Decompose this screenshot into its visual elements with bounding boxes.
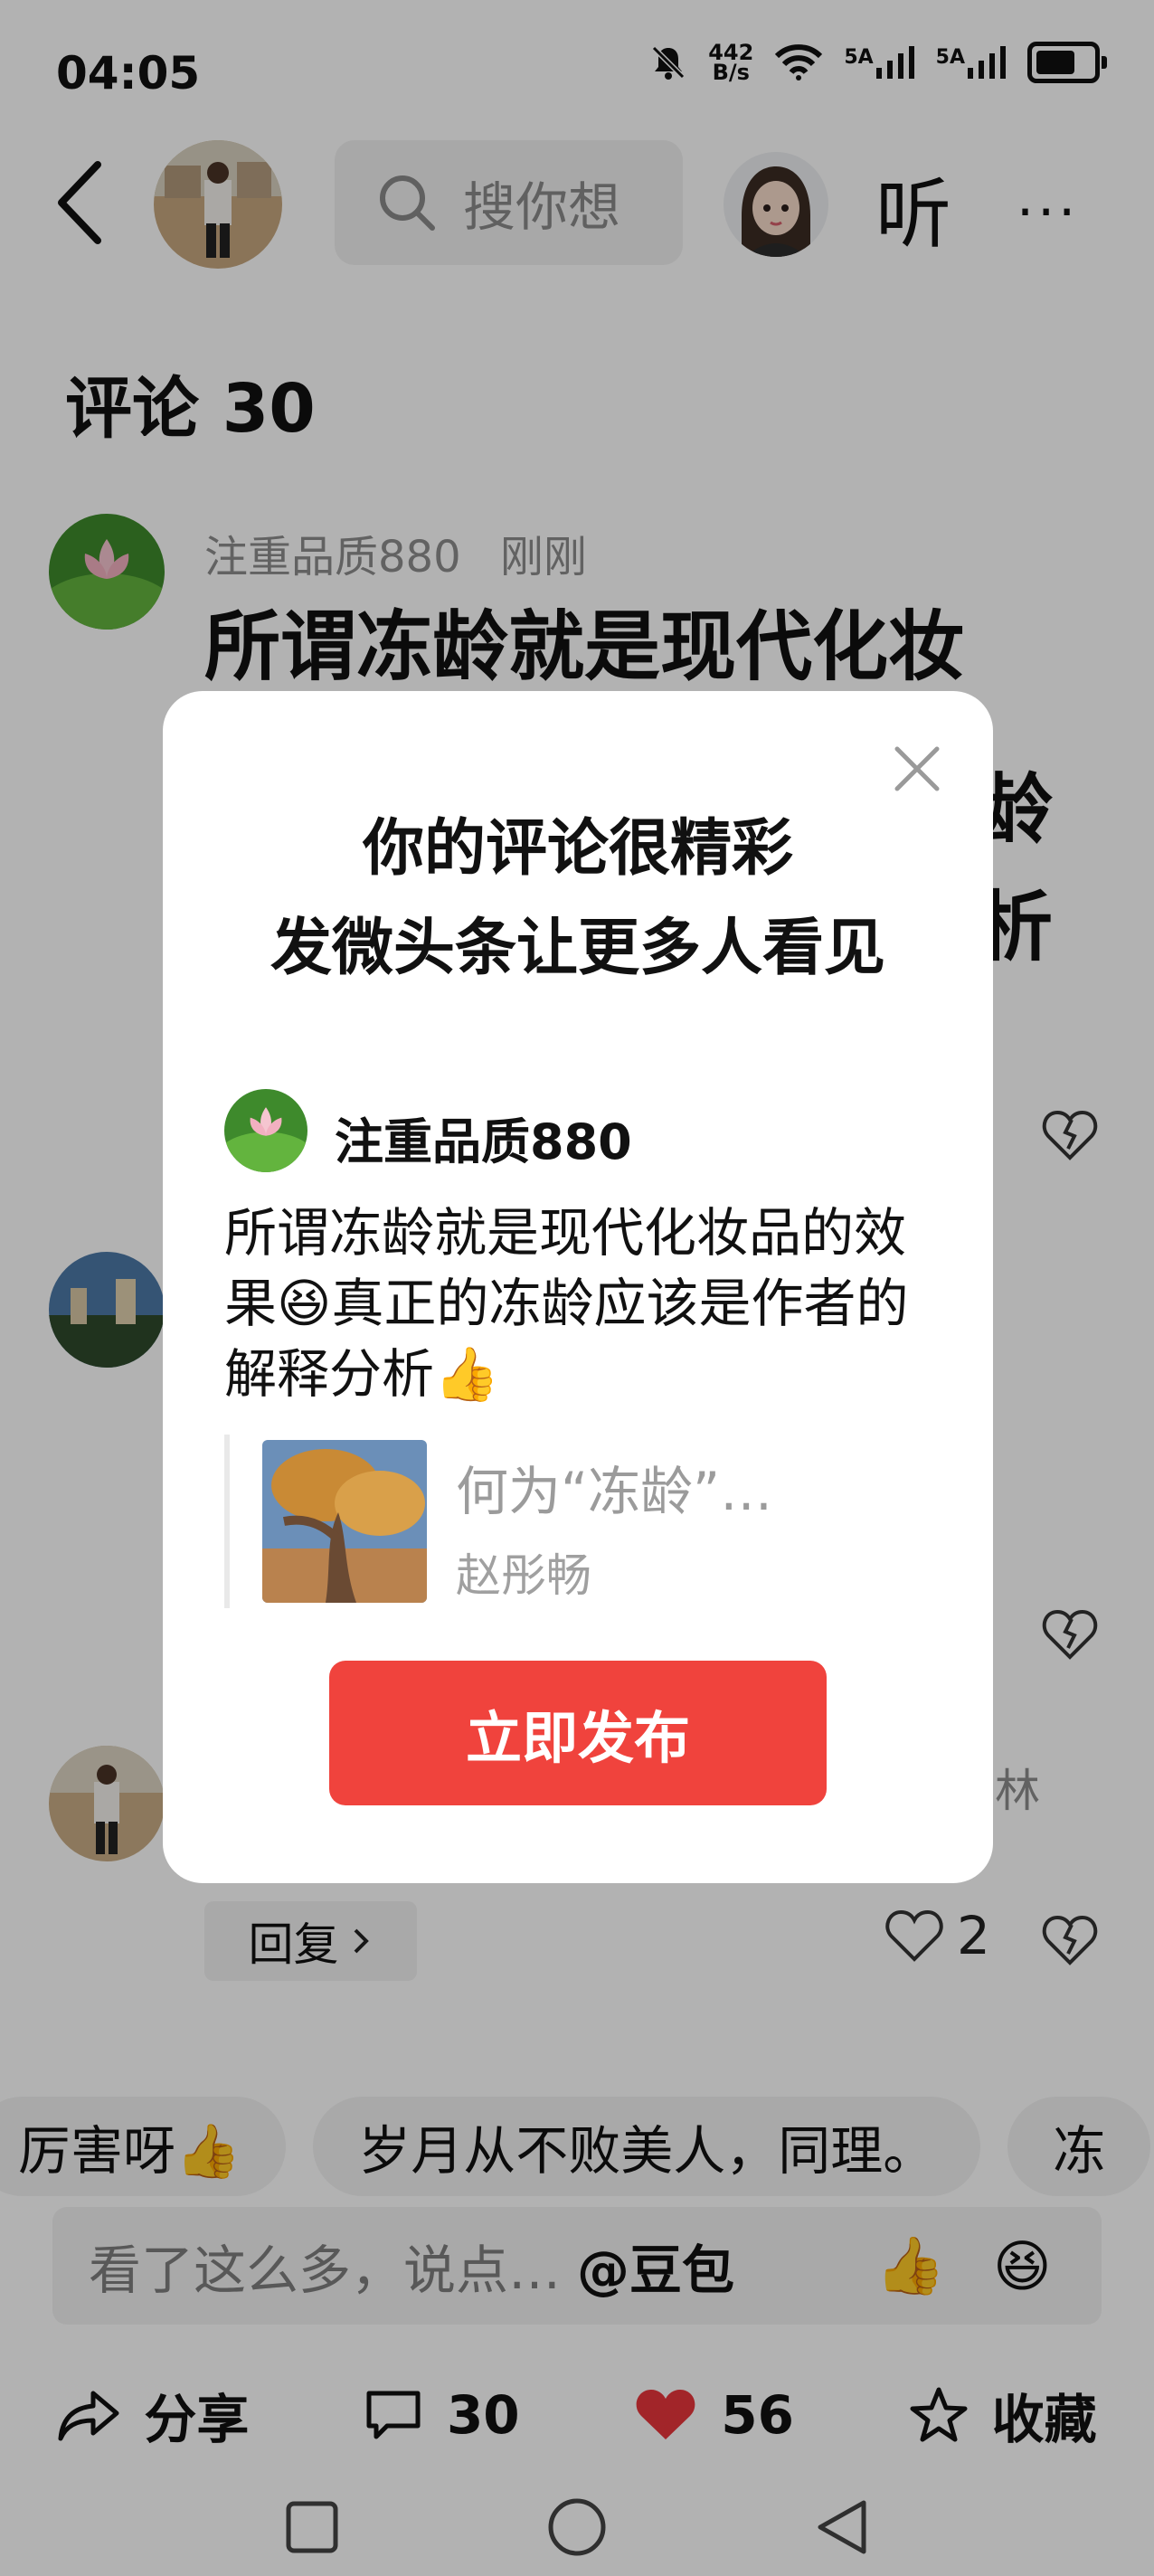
close-icon[interactable] [890, 742, 944, 796]
dialog-comment-text: 所谓冻龄就是现代化妆品的效果😆真正的冻龄应该是作者的解释分析👍 [224, 1202, 909, 1405]
dialog-author-avatar [224, 1089, 307, 1172]
quoted-article-title: 何为“冻龄”… [456, 1461, 773, 1522]
quoted-article: 何为“冻龄”… 赵彤畅 [224, 1435, 935, 1608]
quoted-article-thumbnail [262, 1440, 427, 1603]
quoted-article-author: 赵彤畅 [456, 1549, 591, 1602]
dialog-title: 你的评论很精彩 发微头条让更多人看见 [270, 813, 885, 984]
dialog-author-name: 注重品质880 [335, 1113, 632, 1170]
publish-button[interactable]: 立即发布 [329, 1661, 827, 1805]
share-prompt-dialog: 你的评论很精彩 发微头条让更多人看见 注重品质880 所谓冻龄就是现代化妆品的效… [163, 691, 993, 1883]
